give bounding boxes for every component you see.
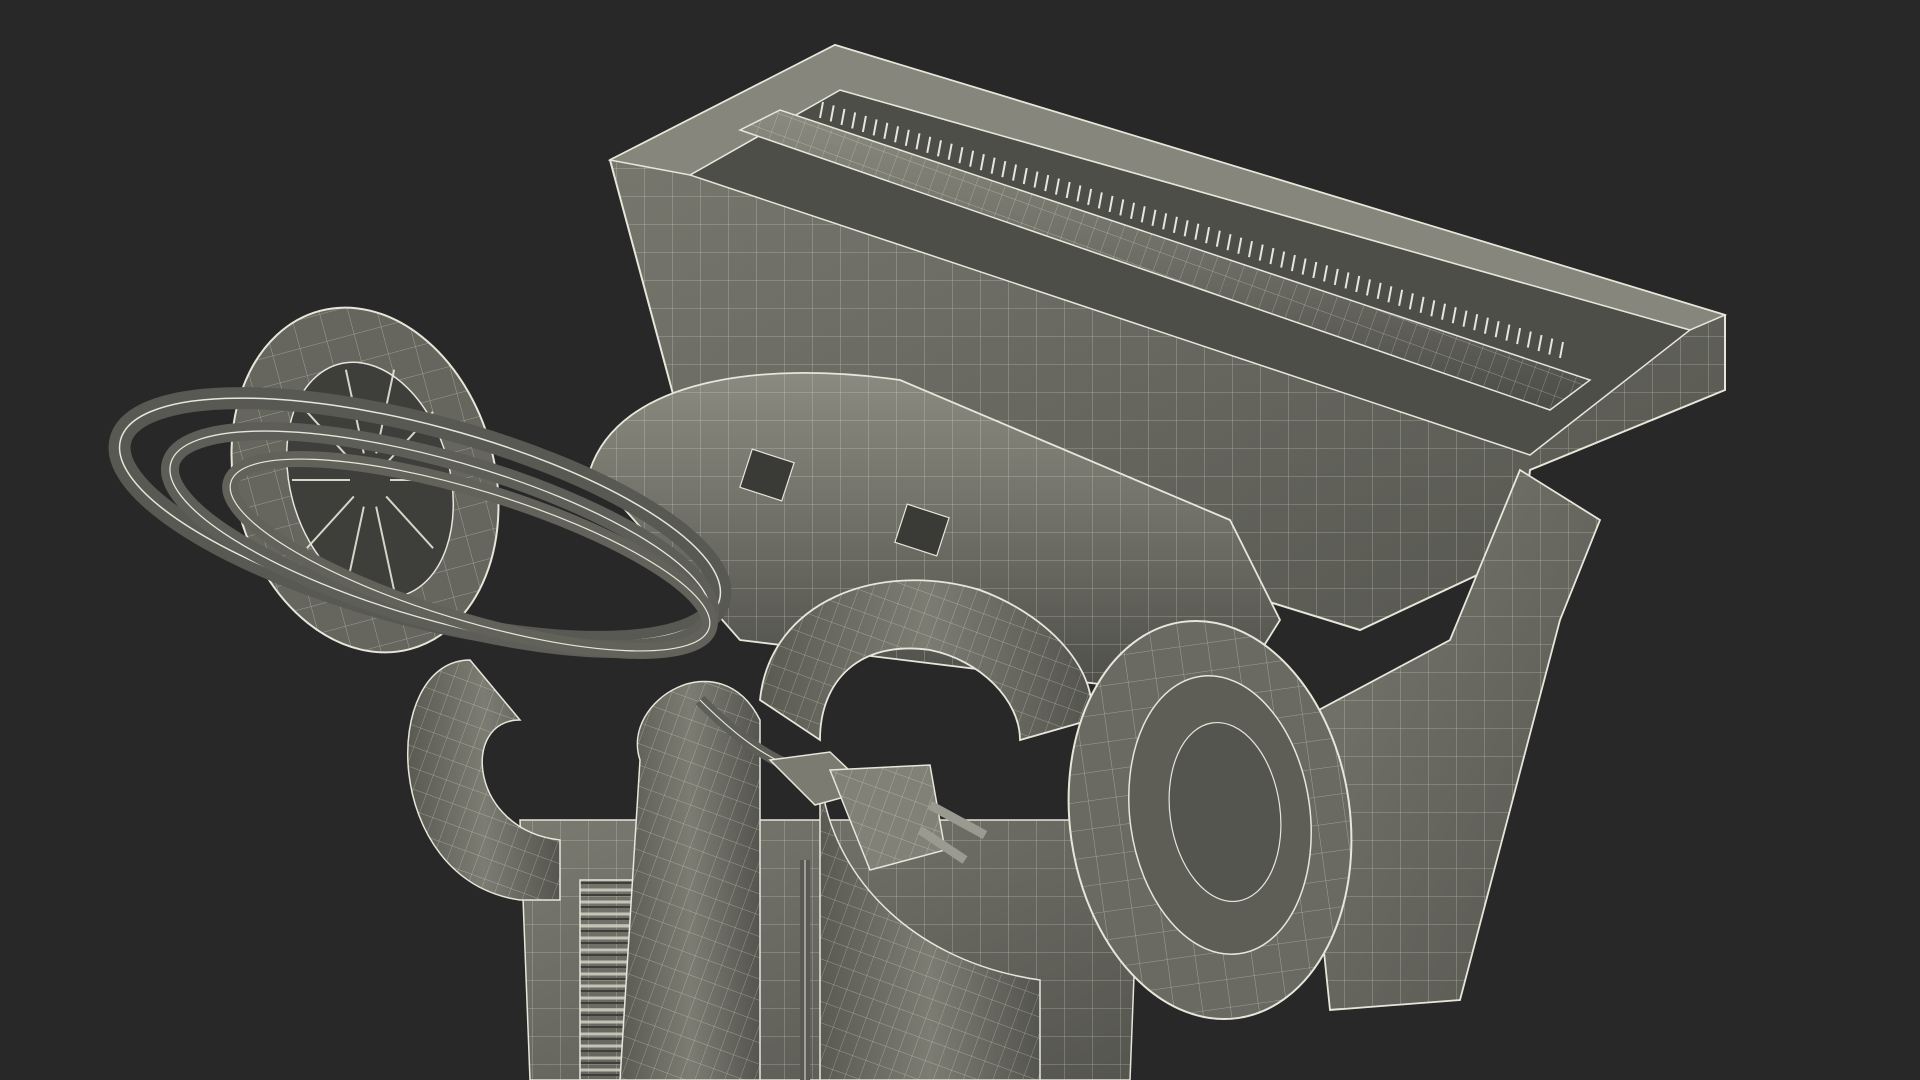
render-viewport [0,0,1920,1080]
wireframe-model-render [108,43,1728,1080]
